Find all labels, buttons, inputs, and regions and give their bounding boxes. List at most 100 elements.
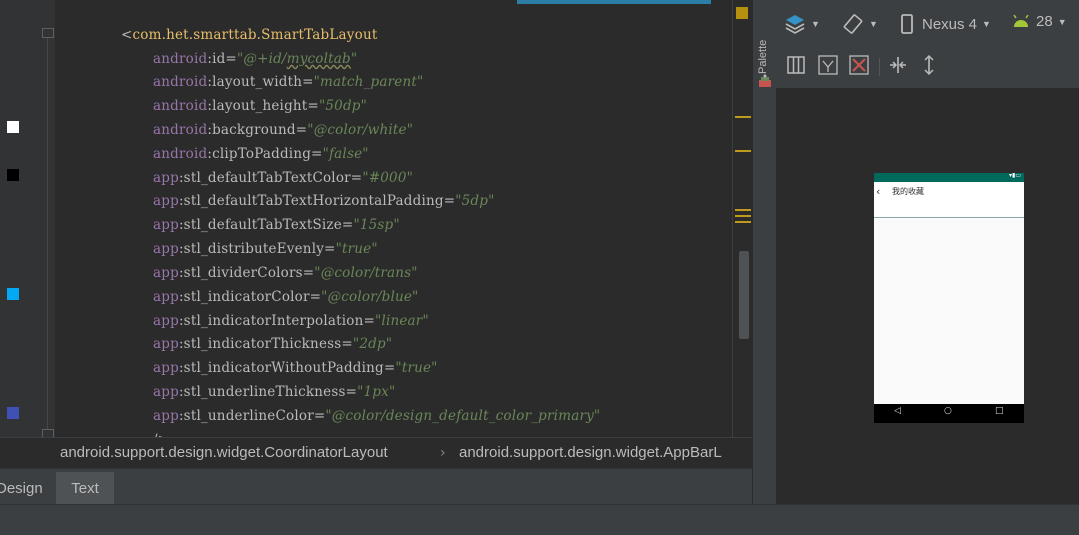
- autoconnect-icon[interactable]: [818, 55, 838, 75]
- clear-constraints-icon[interactable]: [849, 55, 869, 75]
- code-token: :stl_indicatorThickness=: [178, 336, 353, 352]
- stripe-warning-mark[interactable]: [735, 221, 751, 223]
- fold-marker-top[interactable]: [42, 28, 54, 38]
- code-line[interactable]: app:stl_indicatorThickness="2dp": [153, 333, 392, 355]
- code-token: android: [153, 122, 208, 138]
- code-line[interactable]: app:stl_indicatorWithoutPadding="true": [153, 357, 438, 379]
- code-token: "15sp": [353, 217, 400, 233]
- expand-vertical-icon[interactable]: [919, 54, 939, 76]
- phone-status-bar: ▾▮▭: [874, 172, 1024, 182]
- code-token: :stl_underlineColor=: [178, 408, 326, 424]
- rotate-icon: [843, 14, 863, 34]
- code-token: "match_parent": [313, 74, 424, 90]
- stripe-warning-mark[interactable]: [735, 209, 751, 211]
- chevron-down-icon: ▼: [869, 19, 878, 29]
- code-line[interactable]: />: [153, 429, 169, 437]
- code-token: app: [153, 384, 179, 400]
- code-line[interactable]: app:stl_underlineThickness="1px": [153, 381, 395, 403]
- active-tab-indicator: [517, 0, 711, 4]
- code-token: app: [153, 241, 179, 257]
- code-line[interactable]: app:stl_indicatorInterpolation="linear": [153, 310, 429, 332]
- code-line[interactable]: app:stl_defaultTabTextSize="15sp": [153, 214, 400, 236]
- code-token: :stl_defaultTabTextSize=: [178, 217, 354, 233]
- back-arrow-icon[interactable]: ‹: [876, 185, 880, 198]
- code-token: "@color/design_default_color_primary": [325, 408, 601, 424]
- code-line[interactable]: app:stl_dividerColors="@color/trans": [153, 262, 418, 284]
- code-token: :layout_width=: [207, 74, 314, 90]
- status-bar: [0, 504, 1079, 535]
- code-token: com.het.smarttab.SmartTabLayout: [132, 27, 378, 43]
- code-editor[interactable]: <com.het.smarttab.SmartTabLayout android:…: [55, 0, 732, 437]
- code-token: android: [153, 51, 208, 67]
- color-swatch-primary[interactable]: [7, 407, 19, 419]
- breadcrumb-item-coordinator[interactable]: android.support.design.widget.Coordinato…: [60, 438, 388, 468]
- color-swatch-blue[interactable]: [7, 288, 19, 300]
- code-line[interactable]: app:stl_distributeEvenly="true": [153, 238, 378, 260]
- code-token: :stl_indicatorWithoutPadding=: [178, 360, 396, 376]
- code-token: :stl_underlineThickness=: [178, 384, 358, 400]
- design-surface-button[interactable]: ▼: [784, 13, 820, 35]
- palette-icon[interactable]: [758, 74, 772, 88]
- code-token: :stl_indicatorInterpolation=: [178, 313, 376, 329]
- pack-horizontal-icon[interactable]: [888, 55, 908, 75]
- code-line[interactable]: android:clipToPadding="false": [153, 143, 369, 165]
- code-token: "true": [395, 360, 438, 376]
- code-token: app: [153, 408, 179, 424]
- code-token: app: [153, 265, 179, 281]
- breadcrumb-separator: ›: [440, 445, 446, 461]
- code-line[interactable]: android:background="@color/white": [153, 119, 413, 141]
- color-swatch-white[interactable]: [7, 121, 19, 133]
- editor-scrollbar-thumb[interactable]: [739, 251, 749, 339]
- code-token: "1px": [357, 384, 396, 400]
- code-token: <: [121, 27, 133, 43]
- stripe-warning-mark[interactable]: [735, 215, 751, 217]
- nav-recents-icon[interactable]: □: [995, 406, 1004, 416]
- code-line[interactable]: app:stl_indicatorColor="@color/blue": [153, 286, 418, 308]
- code-token: app: [153, 217, 179, 233]
- palette-tool-button[interactable]: Palette: [757, 26, 769, 74]
- code-line[interactable]: <com.het.smarttab.SmartTabLayout: [121, 24, 377, 46]
- code-token: app: [153, 170, 179, 186]
- code-line[interactable]: app:stl_underlineColor="@color/design_de…: [153, 405, 600, 427]
- inspection-status-icon[interactable]: [736, 7, 748, 19]
- nav-back-icon[interactable]: ◁: [894, 406, 901, 416]
- api-level-selector[interactable]: 28 ▼: [1012, 13, 1067, 30]
- code-token: android: [153, 98, 208, 114]
- device-preview[interactable]: ▾▮▭ ‹ 我的收藏 ◁ ○ □: [874, 172, 1024, 423]
- code-token: "@color/white": [307, 122, 414, 138]
- code-line[interactable]: app:stl_defaultTabTextHorizontalPadding=…: [153, 190, 495, 212]
- layout-preview-panel: ▼ ▼ Nexus 4 ▼ 28 ▼ ▾▮▭ ‹ 我的收藏 ◁ ○ □: [776, 0, 1079, 504]
- editor-gutter: [0, 0, 55, 439]
- stripe-warning-mark[interactable]: [735, 150, 751, 152]
- error-stripe[interactable]: [732, 0, 753, 437]
- code-token: "true": [335, 241, 378, 257]
- tab-text[interactable]: Text: [56, 472, 114, 505]
- code-token: app: [153, 289, 179, 305]
- preview-toolbar-top: ▼ ▼ Nexus 4 ▼ 28 ▼: [776, 0, 1079, 48]
- code-token: :stl_indicatorColor=: [178, 289, 322, 305]
- code-token: :layout_height=: [207, 98, 319, 114]
- code-token: app: [153, 360, 179, 376]
- api-level: 28: [1036, 13, 1053, 30]
- tab-design[interactable]: Design: [0, 472, 48, 505]
- phone-status-icons: ▾▮▭: [1009, 172, 1021, 179]
- code-token: "50dp": [318, 98, 368, 114]
- breadcrumb-item-appbar[interactable]: android.support.design.widget.AppBarL: [459, 438, 722, 468]
- fold-guide-line: [47, 36, 48, 436]
- code-line[interactable]: app:stl_defaultTabTextColor="#000": [153, 167, 413, 189]
- android-icon: [1013, 14, 1029, 27]
- nav-home-icon[interactable]: ○: [944, 406, 952, 416]
- stripe-warning-mark[interactable]: [735, 116, 751, 118]
- code-line[interactable]: android:layout_height="50dp": [153, 95, 367, 117]
- color-swatch-black[interactable]: [7, 169, 19, 181]
- code-token: "@color/trans": [314, 265, 418, 281]
- device-selector[interactable]: Nexus 4 ▼: [900, 13, 991, 35]
- phone-app-bar[interactable]: ‹ 我的收藏: [874, 182, 1024, 218]
- code-token: app: [153, 193, 179, 209]
- code-token: "2dp": [352, 336, 393, 352]
- orientation-button[interactable]: ▼: [842, 13, 878, 35]
- columns-icon[interactable]: [787, 56, 805, 74]
- code-line[interactable]: android:layout_width="match_parent": [153, 71, 423, 93]
- layers-icon: [785, 15, 805, 34]
- code-line[interactable]: android:id="@+id/mycoltab": [153, 48, 357, 70]
